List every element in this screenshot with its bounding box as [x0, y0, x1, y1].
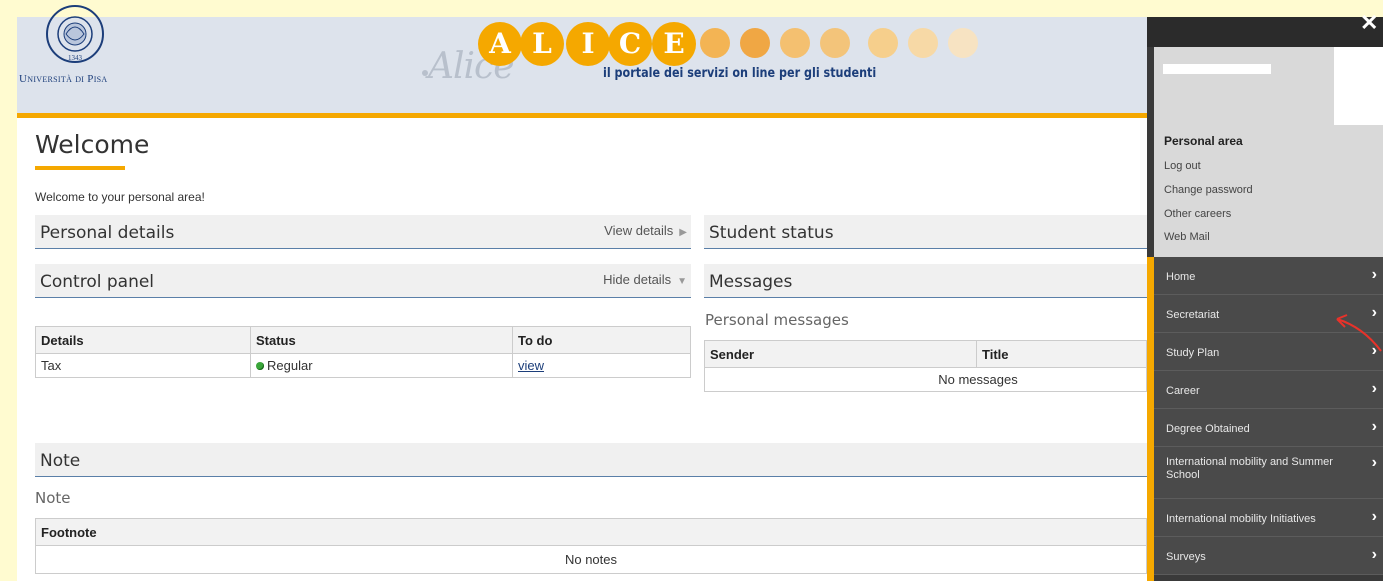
nav-item-international-mobility-initiatives[interactable]: International mobility Initiatives ›	[1154, 499, 1383, 537]
nav-label: Degree Obtained	[1166, 423, 1250, 435]
chevron-right-icon: ›	[1371, 380, 1377, 397]
nav-item-surveys[interactable]: Surveys ›	[1154, 537, 1383, 575]
user-name-redacted	[1163, 64, 1271, 74]
personal-area-title: Personal area	[1164, 134, 1243, 148]
face-icon	[780, 28, 810, 58]
column-header-footnote: Footnote	[35, 518, 1147, 546]
nav-item-career[interactable]: Career ›	[1154, 371, 1383, 409]
side-menu-topbar	[1147, 17, 1383, 47]
building-icon	[820, 28, 850, 58]
nav-label: International mobility Initiatives	[1166, 513, 1316, 525]
tax-cell: Tax	[35, 353, 251, 378]
column-header-details: Details	[35, 326, 251, 354]
face-icon	[908, 28, 938, 58]
face-icon	[740, 28, 770, 58]
column-header-todo: To do	[512, 326, 691, 354]
portal-tagline: il portale dei servizi on line per gli s…	[603, 66, 877, 81]
red-arrow-annotation	[1336, 314, 1382, 352]
title-underline	[35, 166, 125, 170]
face-icon	[948, 28, 978, 58]
alice-logo-dot	[422, 70, 428, 76]
column-header-status: Status	[250, 326, 513, 354]
change-password-link[interactable]: Change password	[1164, 184, 1253, 196]
chevron-right-icon: ›	[1371, 546, 1377, 563]
nav-item-degree-obtained[interactable]: Degree Obtained ›	[1154, 409, 1383, 447]
note-panel: Note	[35, 443, 1147, 477]
alice-letter-c: C	[608, 22, 652, 66]
status-cell: Regular	[250, 353, 513, 378]
todo-cell: view	[512, 353, 691, 378]
triangle-right-icon: ▶	[679, 227, 687, 238]
avatar	[1334, 47, 1383, 125]
view-link[interactable]: view	[518, 358, 544, 373]
notes-table: Footnote No notes	[35, 518, 1147, 574]
nav-label: International mobility and Summer School	[1166, 456, 1333, 481]
table-row: No messages	[704, 367, 1147, 392]
messages-table: Sender Title No messages	[704, 340, 1147, 392]
control-panel: Control panel Hide details ▼	[35, 264, 691, 298]
student-status-title: Student status	[709, 223, 834, 243]
view-details-label[interactable]: View details	[604, 223, 673, 238]
page-title: Welcome	[35, 130, 150, 159]
nav-label: Surveys	[1166, 551, 1206, 563]
status-label: Regular	[267, 358, 313, 373]
logout-link[interactable]: Log out	[1164, 160, 1201, 172]
control-panel-title: Control panel	[40, 272, 155, 292]
personal-details-title: Personal details	[40, 223, 175, 243]
nav-label: Home	[1166, 271, 1196, 283]
hide-details-link[interactable]: Hide details ▼	[603, 272, 687, 287]
student-status-panel[interactable]: Student status	[704, 215, 1147, 249]
control-panel-table: Details Status To do Tax Regular view	[35, 326, 691, 378]
no-notes-cell: No notes	[35, 545, 1147, 574]
no-messages-cell: No messages	[704, 367, 1147, 392]
alice-letter-a: A	[478, 22, 522, 66]
svg-text:1343: 1343	[68, 54, 83, 62]
alice-letter-l: L	[520, 22, 564, 66]
table-row: No notes	[35, 545, 1147, 574]
chevron-right-icon: ›	[1371, 508, 1377, 525]
face-icon	[700, 28, 730, 58]
personal-messages-heading: Personal messages	[705, 311, 849, 329]
table-row: Tax Regular view	[35, 353, 691, 378]
chevron-right-icon: ›	[1371, 266, 1377, 283]
messages-panel: Messages	[704, 264, 1147, 298]
alice-letter-i: I	[566, 22, 610, 66]
close-icon[interactable]: ✕	[1360, 10, 1378, 36]
column-header-sender: Sender	[704, 340, 977, 368]
university-seal-logo: 1343	[46, 5, 104, 63]
welcome-text: Welcome to your personal area!	[35, 190, 205, 204]
nav-label: Study Plan	[1166, 347, 1220, 359]
university-name: Università di Pisa	[19, 73, 108, 85]
face-icon	[868, 28, 898, 58]
column-header-title: Title	[976, 340, 1147, 368]
status-ok-icon	[256, 362, 264, 370]
view-details-link[interactable]: View details ▶	[604, 223, 687, 238]
nav-item-international-mobility-summer-school[interactable]: International mobility and Summer School…	[1154, 447, 1383, 499]
note-subheading: Note	[35, 489, 71, 507]
web-mail-link[interactable]: Web Mail	[1164, 231, 1210, 243]
triangle-down-icon: ▼	[677, 276, 687, 287]
nav-label: Career	[1166, 385, 1200, 397]
chevron-right-icon: ›	[1371, 454, 1377, 471]
nav-item-home[interactable]: Home ›	[1154, 257, 1383, 295]
personal-details-panel: Personal details View details ▶	[35, 215, 691, 249]
chevron-right-icon: ›	[1371, 418, 1377, 435]
alice-letter-e: E	[652, 22, 696, 66]
nav-accent-bar	[1147, 257, 1154, 581]
hide-details-label[interactable]: Hide details	[603, 272, 671, 287]
note-title: Note	[40, 451, 81, 471]
nav-label: Secretariat	[1166, 309, 1220, 321]
other-careers-link[interactable]: Other careers	[1164, 208, 1231, 220]
messages-title: Messages	[709, 272, 793, 292]
